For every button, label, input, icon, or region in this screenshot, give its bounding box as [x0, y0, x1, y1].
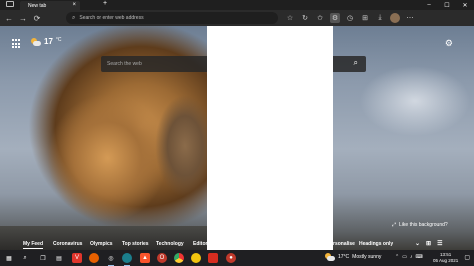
partly-sunny-icon	[325, 253, 335, 261]
favorites-bar-icon[interactable]: ✩	[315, 13, 325, 23]
address-placeholder: Search or enter web address	[79, 15, 144, 21]
browser-toolbar: ← → ⟳ ⌕ Search or enter web address ☆ ↻ …	[0, 10, 474, 26]
windows-taskbar: ▦ ⌕ ❐ ▤ V ◎ ▲ O ● 17°C Mostly sunny ⌃ ▭ …	[0, 250, 474, 266]
title-bar: New tab × + – ☐ ✕	[0, 0, 474, 10]
personalise-button[interactable]: rsonalise	[333, 241, 355, 247]
language-icon[interactable]: ⌨	[415, 254, 422, 260]
start-icon[interactable]: ▦	[4, 253, 14, 263]
tab-title: New tab	[28, 2, 47, 9]
chrome-canary-icon[interactable]	[191, 253, 201, 263]
chevron-down-icon[interactable]: ⌄	[415, 240, 420, 247]
partly-sunny-icon	[31, 37, 41, 46]
maximize-button[interactable]: ☐	[438, 0, 456, 10]
minimize-button[interactable]: –	[420, 0, 438, 10]
firefox-icon[interactable]	[89, 253, 99, 263]
network-icon[interactable]: ▭	[402, 254, 407, 260]
clock-date: 05 Aug 2021	[433, 258, 459, 263]
tray-weather-temp: 17°C	[338, 254, 350, 260]
list-view-icon[interactable]: ☰	[437, 240, 442, 247]
history-icon[interactable]: ◷	[345, 13, 355, 23]
grid-view-icon[interactable]: ⊞	[426, 240, 431, 247]
profile-avatar[interactable]	[390, 13, 400, 23]
tab-top-stories[interactable]: Top stories	[122, 241, 149, 247]
back-button[interactable]: ←	[4, 13, 14, 23]
collections-icon[interactable]: ⊞	[360, 13, 370, 23]
brave-icon[interactable]: ▲	[140, 253, 150, 263]
new-tab-page: 17 °C ⚙ Search the web ⌕ ⤢ Like this bac…	[0, 26, 474, 250]
favorites-icon[interactable]: ☆	[285, 13, 295, 23]
refresh-ext-icon[interactable]: ↻	[300, 13, 310, 23]
headings-only-dropdown[interactable]: Headings only	[359, 241, 393, 247]
tab-new-tab[interactable]: New tab ×	[20, 1, 80, 10]
like-background-label: Like this background?	[399, 222, 448, 228]
system-tray: ⌃ ▭ ♪ ⌨	[395, 254, 423, 260]
chrome-icon[interactable]	[174, 253, 184, 263]
task-view-icon[interactable]: ❐	[38, 253, 48, 263]
expand-icon: ⤢	[392, 222, 397, 228]
toolbar-icons: ☆ ↻ ✩ ⚙ ◷ ⊞ ⤓ ⋯	[285, 13, 415, 23]
refresh-button[interactable]: ⟳	[32, 13, 42, 23]
search-placeholder: Search the web	[107, 61, 142, 67]
weather-widget[interactable]: 17 °C	[31, 37, 62, 46]
tray-weather-desc: Mostly sunny	[352, 254, 382, 260]
notification-icon[interactable]: ▢	[464, 254, 470, 261]
search-icon: ⌕	[72, 14, 76, 21]
vivaldi-icon[interactable]: V	[72, 253, 82, 263]
close-button[interactable]: ✕	[456, 0, 474, 10]
volume-icon[interactable]: ♪	[410, 254, 413, 260]
clock[interactable]: 13:51 05 Aug 2021	[433, 252, 458, 264]
app-launcher-icon[interactable]	[12, 39, 22, 49]
record-icon[interactable]: ●	[226, 253, 236, 263]
downloads-icon[interactable]: ⤓	[375, 13, 385, 23]
red-app-icon[interactable]	[208, 253, 218, 263]
extensions-icon[interactable]: ⚙	[330, 13, 340, 23]
tab-editor[interactable]: Editor	[193, 241, 207, 247]
tab-close-icon[interactable]: ×	[72, 2, 76, 8]
weather-temp: 17	[44, 37, 53, 46]
tab-my-feed[interactable]: My Feed	[23, 241, 44, 249]
tab-technology[interactable]: Technology	[156, 241, 184, 247]
new-tab-button[interactable]: +	[103, 0, 107, 7]
page-settings-icon[interactable]: ⚙	[445, 38, 453, 49]
opera-icon[interactable]: O	[157, 253, 167, 263]
more-icon[interactable]: ⋯	[405, 13, 415, 23]
like-background-link[interactable]: ⤢ Like this background?	[392, 222, 448, 228]
search-icon[interactable]: ⌕	[354, 58, 358, 68]
feed-nav-bar: My Feed Coronavirus Olympics Top stories…	[0, 239, 474, 250]
weather-tray[interactable]: 17°C Mostly sunny	[325, 253, 381, 261]
weather-unit: °C	[55, 37, 62, 43]
taskbar-app-icon[interactable]: ◎	[106, 253, 116, 266]
edge-icon[interactable]	[122, 253, 132, 266]
tab-olympics[interactable]: Olympics	[90, 241, 113, 247]
tab-coronavirus[interactable]: Coronavirus	[53, 241, 82, 247]
tab-actions-icon[interactable]	[6, 1, 14, 7]
address-bar[interactable]: ⌕ Search or enter web address	[66, 12, 278, 24]
search-icon[interactable]: ⌕	[20, 253, 30, 263]
window-controls: – ☐ ✕	[420, 0, 474, 10]
forward-button[interactable]: →	[18, 13, 28, 23]
blank-overlay-panel	[207, 26, 333, 250]
chevron-up-icon[interactable]: ⌃	[395, 254, 399, 260]
background-cloud	[360, 66, 470, 136]
feed-layout-controls: ⌄ ⊞ ☰	[415, 240, 442, 247]
file-explorer-icon[interactable]: ▤	[54, 253, 64, 263]
